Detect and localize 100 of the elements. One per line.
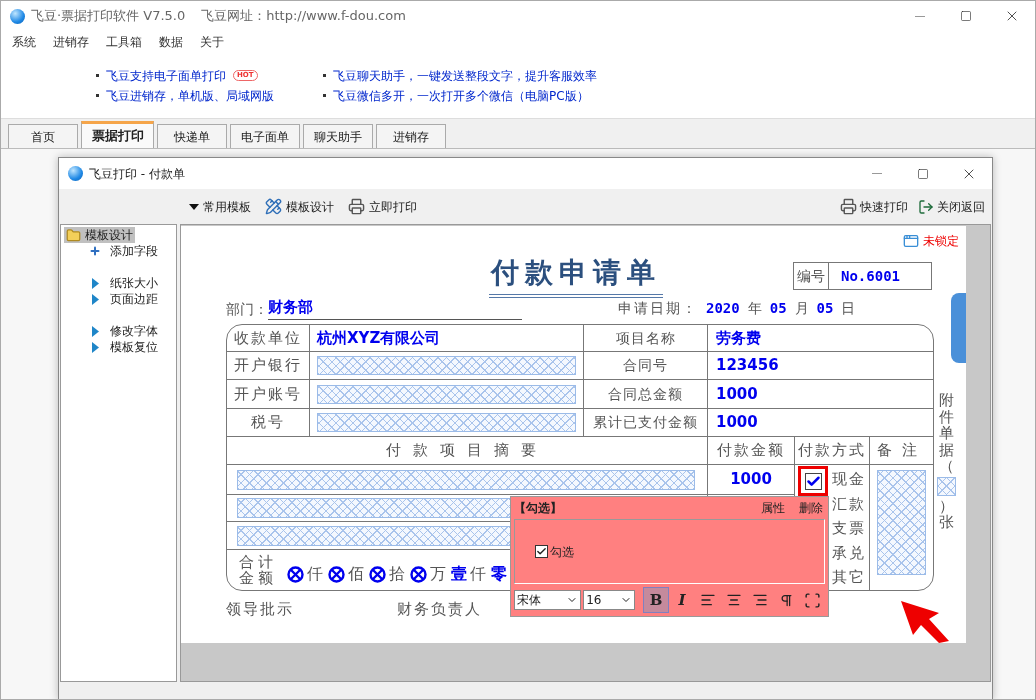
tree-item[interactable]: 修改字体 <box>89 323 176 339</box>
tree-item[interactable]: 纸张大小 <box>89 275 176 291</box>
triangle-icon <box>91 277 99 289</box>
tab[interactable]: 电子面单 <box>230 124 300 148</box>
align-center-icon <box>726 592 742 608</box>
tab[interactable]: 聊天助手 <box>303 124 373 148</box>
field-value: 劳务费 <box>716 327 761 349</box>
total-label: 合计 金额 <box>239 554 277 586</box>
crossed-circle-icon <box>287 565 304 583</box>
hatched-field[interactable] <box>937 476 956 496</box>
window-title: 飞豆·票据打印软件 V7.5.0 <box>31 7 186 26</box>
dept-label: 部门： <box>226 299 268 319</box>
hatched-field[interactable] <box>877 470 926 575</box>
news-link[interactable]: 飞豆微信多开，一次打开多个微信（电脑PC版） <box>333 86 589 105</box>
font-select[interactable]: 宋体 <box>514 590 582 610</box>
minimize-icon <box>872 173 882 174</box>
method-label: 汇款 <box>832 494 867 514</box>
news-link[interactable]: 飞豆进销存，单机版、局域网版 <box>106 86 274 105</box>
triangle-icon <box>91 325 99 337</box>
toolbar-button[interactable]: 立即打印 <box>348 197 417 216</box>
align-right-icon <box>752 592 768 608</box>
row-label: 合同总金额 <box>584 380 708 408</box>
selection-frame[interactable] <box>798 466 828 496</box>
pencil-ruler-icon <box>265 198 282 215</box>
checkbox[interactable]: 勾选 <box>535 542 574 561</box>
column-header: 备注 <box>870 437 933 465</box>
row-label: 收款单位 <box>227 325 310 351</box>
popup-action[interactable]: 删除 <box>799 499 823 517</box>
field-value: 123456 <box>716 355 779 377</box>
popup-title: 【勾选】 <box>514 500 562 517</box>
tree-item[interactable]: 页面边距 <box>89 291 176 307</box>
printer-icon <box>348 198 365 215</box>
date-value: 2020 <box>706 299 740 318</box>
date-value: 05 <box>769 299 787 318</box>
attachment-label: 附件单据（ <box>939 392 954 475</box>
folder-icon <box>66 227 81 243</box>
news-link[interactable]: 飞豆支持电子面单打印 <box>106 66 226 85</box>
menu-item[interactable]: 系统 <box>12 33 36 51</box>
row-label: 合同号 <box>584 352 708 379</box>
hatched-field[interactable] <box>237 469 695 490</box>
amount-value: 1000 <box>730 469 772 491</box>
hatched-field[interactable] <box>317 356 576 375</box>
method-label: 承兑 <box>832 543 867 563</box>
italic-button[interactable]: I <box>669 587 695 613</box>
check-icon <box>536 546 547 557</box>
triangle-icon <box>91 293 99 305</box>
digit-unit: 仟 <box>307 563 323 585</box>
tab[interactable]: 进销存 <box>376 124 446 148</box>
menu-item[interactable]: 工具箱 <box>106 33 142 51</box>
lock-status: 未锁定 <box>923 233 959 250</box>
globe-icon <box>68 166 83 181</box>
menu-item[interactable]: 关于 <box>200 33 224 51</box>
news-link[interactable]: 飞豆聊天助手，一键发送整段文字，提升客服效率 <box>333 66 597 85</box>
tab[interactable]: 快递单 <box>157 124 227 148</box>
method-label: 现金 <box>832 470 867 490</box>
minimize-icon <box>915 15 925 17</box>
field-value: 1000 <box>716 412 758 434</box>
hatched-field[interactable] <box>317 384 576 404</box>
menu-item[interactable]: 数据 <box>159 33 183 51</box>
tree-item[interactable]: 模板设计 <box>64 227 135 243</box>
toolbar-button[interactable]: 常用模板 <box>189 197 251 216</box>
attachment-label: ）张 <box>939 497 954 531</box>
tree-item[interactable]: 模板复位 <box>89 339 176 355</box>
checkbox[interactable] <box>804 472 822 490</box>
crossed-circle-icon <box>369 565 386 583</box>
digit-unit: 仟 <box>470 563 486 585</box>
menu-item[interactable]: 进销存 <box>53 33 89 51</box>
bold-button[interactable]: B <box>643 587 669 613</box>
tab[interactable]: 首页 <box>8 124 78 148</box>
website-text: 飞豆网址：http://www.f-dou.com <box>201 7 406 26</box>
column-header: 付款方式 <box>795 437 869 465</box>
pilcrow-icon <box>778 592 794 608</box>
field-value: 杭州XYZ有限公司 <box>317 327 441 349</box>
crossed-circle-icon <box>410 565 427 583</box>
window-icon <box>903 233 919 249</box>
size-select[interactable]: 16 <box>583 590 635 610</box>
tree-item[interactable]: 添加字段 <box>89 243 176 259</box>
toolbar-button[interactable]: 快速打印 <box>840 197 908 216</box>
column-header: 付款金额 <box>716 440 786 462</box>
tab[interactable]: 票据打印 <box>81 121 154 148</box>
dialog-title: 飞豆打印 - 付款单 <box>89 165 185 183</box>
row-label: 开户银行 <box>227 352 310 379</box>
row-label: 税号 <box>227 409 310 436</box>
signature-label: 领导批示 <box>226 599 294 620</box>
bullet-icon <box>96 74 99 77</box>
toolbar-button[interactable]: 模板设计 <box>265 197 334 216</box>
popup-action[interactable]: 属性 <box>761 499 785 517</box>
toolbar-button[interactable]: 关闭返回 <box>918 197 985 216</box>
pointer-arrow-icon <box>899 599 951 643</box>
date-unit: 月 <box>794 299 809 318</box>
date-value: 05 <box>816 299 834 318</box>
digit-unit: 佰 <box>348 563 364 585</box>
digit-value: 壹 <box>451 563 467 585</box>
side-tab[interactable] <box>951 293 966 363</box>
printer-icon <box>840 198 857 215</box>
dept-value: 财务部 <box>268 296 522 320</box>
number-value: No.6001 <box>840 266 900 286</box>
digit-unit: 万 <box>430 563 446 585</box>
frame-icon <box>803 591 821 609</box>
hatched-field[interactable] <box>317 413 576 432</box>
